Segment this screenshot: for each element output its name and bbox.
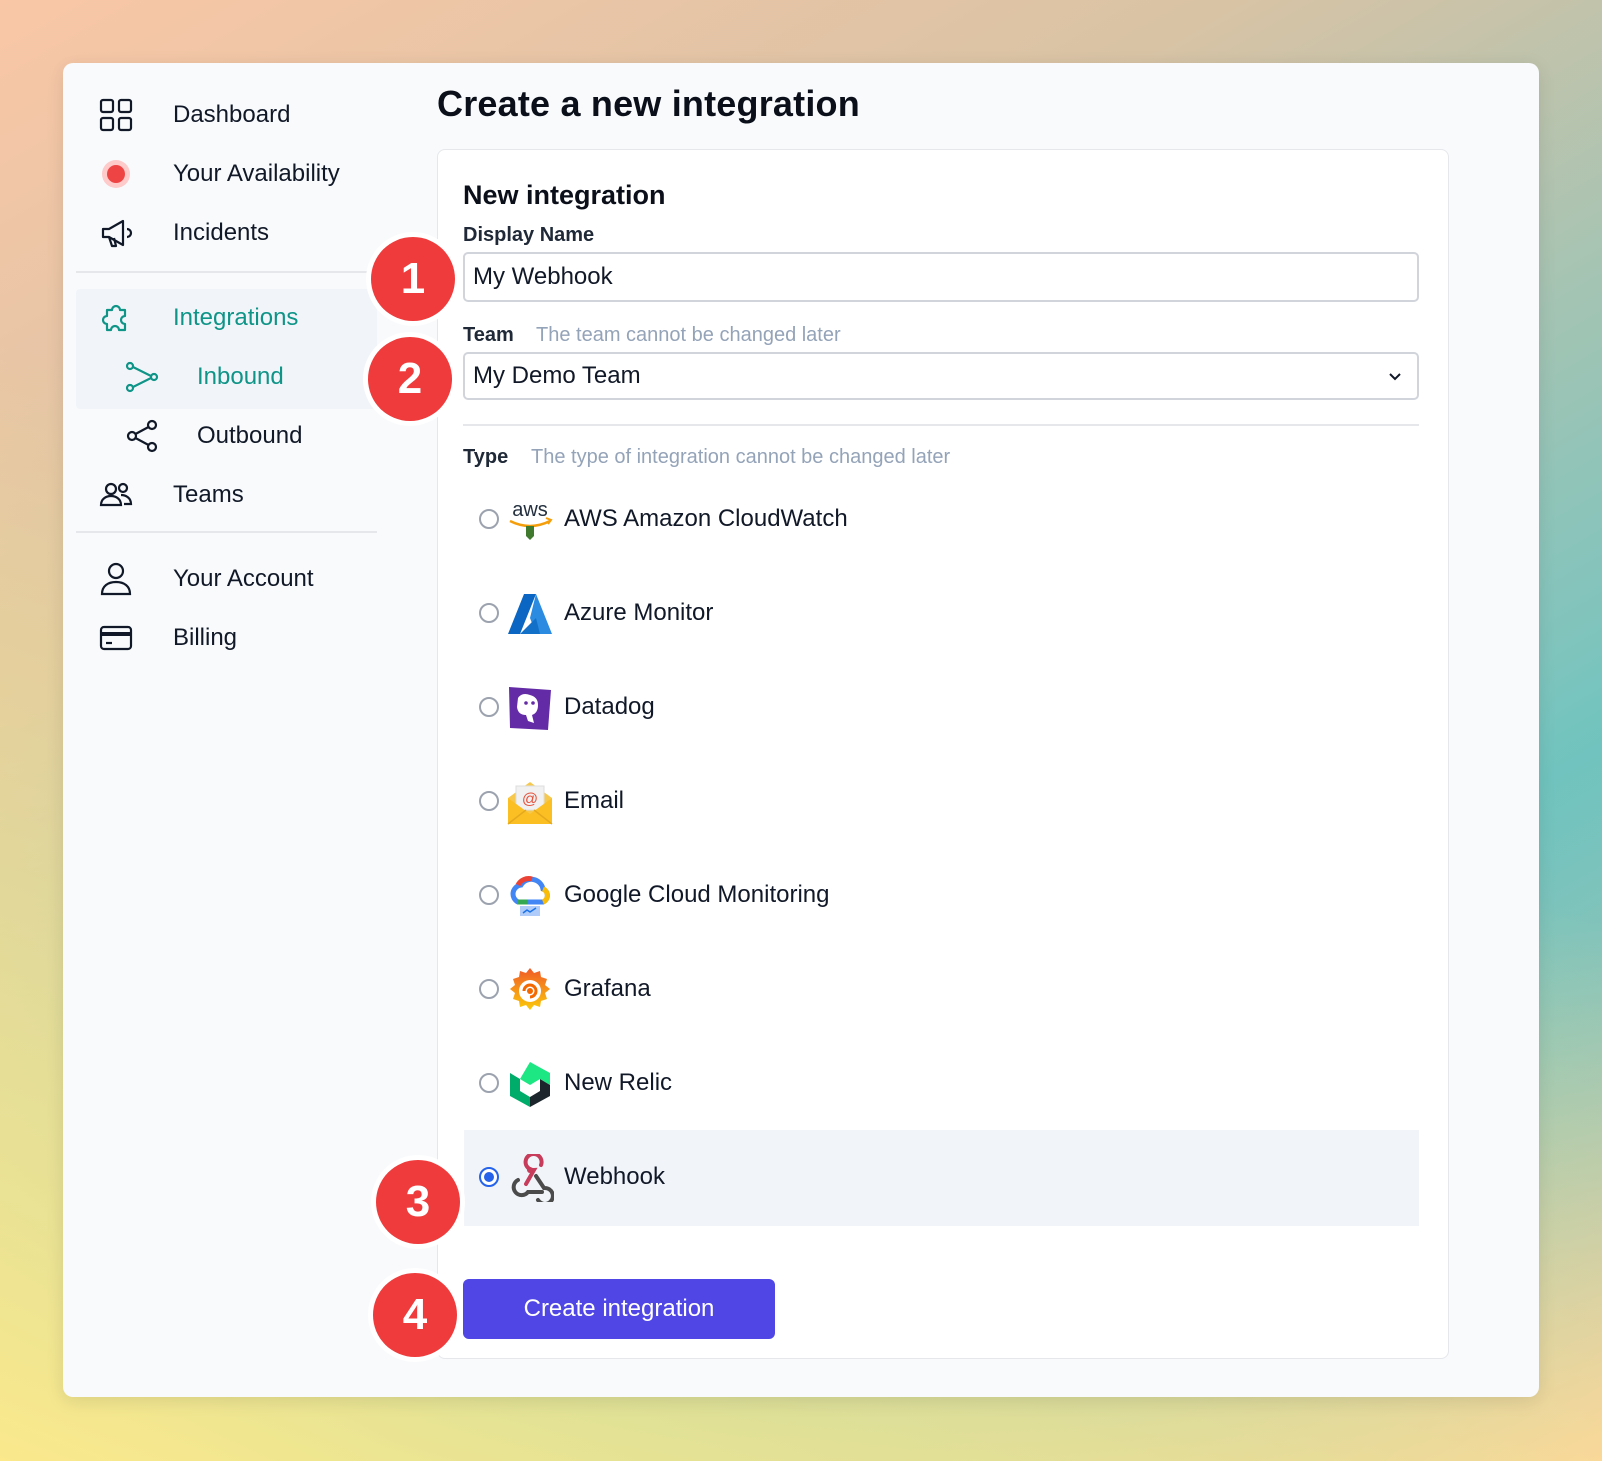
sidebar-item-inbound[interactable]: Inbound	[77, 347, 377, 405]
sidebar-item-label: Integrations	[173, 304, 299, 331]
grid-icon	[99, 98, 133, 132]
form-title: New integration	[463, 180, 666, 210]
annotation-badge-3: 3	[376, 1160, 460, 1244]
grafana-logo-icon	[510, 968, 550, 1010]
team-select-value: My Demo Team	[473, 362, 641, 389]
radio-button[interactable]	[479, 885, 499, 905]
type-label: Type	[463, 446, 509, 468]
app-window: Dashboard Your Availability Incidents In…	[63, 63, 1539, 1397]
type-hint: The type of integration cannot be change…	[531, 446, 951, 468]
sidebar-item-label: Your Availability	[173, 160, 340, 187]
inbound-icon	[125, 361, 159, 393]
type-option-name: Webhook	[564, 1163, 665, 1190]
email-logo-icon: @	[507, 782, 553, 825]
google-cloud-logo-icon	[510, 876, 550, 916]
type-option-name: New Relic	[564, 1069, 673, 1096]
sidebar-item-label: Your Account	[173, 565, 314, 592]
sidebar-item-teams[interactable]: Teams	[77, 465, 377, 523]
sidebar-item-outbound[interactable]: Outbound	[77, 406, 377, 464]
chevron-down-icon	[1389, 373, 1401, 381]
radio-button[interactable]	[479, 791, 499, 811]
type-option-name: Datadog	[564, 693, 655, 720]
integration-form-card: New integration Display Name My Webhook …	[437, 149, 1449, 1359]
type-option-name: AWS Amazon CloudWatch	[564, 505, 848, 532]
svg-text:@: @	[522, 791, 538, 808]
user-icon	[100, 562, 132, 596]
users-icon	[99, 482, 133, 507]
sidebar-item-integrations[interactable]: Integrations	[77, 288, 377, 346]
share-icon	[126, 419, 158, 453]
team-select[interactable]: My Demo Team	[463, 352, 1419, 400]
type-option-new-relic[interactable]: New Relic	[464, 1036, 1419, 1132]
sidebar-divider	[76, 531, 377, 533]
page-title: Create a new integration	[437, 83, 860, 124]
type-option-grafana[interactable]: Grafana	[464, 942, 1419, 1038]
sidebar-item-label: Billing	[173, 624, 238, 651]
sidebar-item-incidents[interactable]: Incidents	[77, 203, 377, 261]
type-option-webhook[interactable]: Webhook	[464, 1130, 1419, 1226]
type-option-aws[interactable]: aws AWS Amazon CloudWatch	[464, 472, 1419, 568]
sidebar-item-billing[interactable]: Billing	[77, 608, 377, 666]
create-integration-button[interactable]: Create integration	[463, 1279, 775, 1339]
newrelic-logo-icon	[510, 1062, 550, 1107]
datadog-logo-icon	[509, 687, 551, 730]
sidebar-item-label: Teams	[173, 481, 244, 508]
sidebar-item-label: Outbound	[197, 422, 303, 449]
sidebar-item-availability[interactable]: Your Availability	[77, 144, 377, 202]
card-icon	[99, 625, 133, 651]
type-option-name: Azure Monitor	[564, 599, 714, 626]
annotation-badge-4: 4	[373, 1273, 457, 1357]
azure-logo-icon	[508, 594, 552, 634]
status-dot-icon	[102, 160, 130, 188]
type-option-google-cloud[interactable]: Google Cloud Monitoring	[464, 848, 1419, 944]
sidebar-item-label: Dashboard	[173, 101, 291, 128]
radio-button[interactable]	[479, 979, 499, 999]
type-option-azure[interactable]: Azure Monitor	[464, 566, 1419, 662]
sidebar-divider	[76, 271, 377, 273]
display-name-input[interactable]: My Webhook	[463, 252, 1419, 302]
type-option-datadog[interactable]: Datadog	[464, 660, 1419, 756]
megaphone-icon	[101, 219, 133, 248]
type-option-email[interactable]: @ Email	[464, 754, 1419, 850]
radio-button[interactable]	[479, 509, 499, 529]
annotation-badge-2: 2	[368, 337, 452, 421]
sidebar-item-label: Inbound	[197, 363, 284, 390]
aws-logo-icon: aws	[509, 499, 553, 540]
radio-button[interactable]	[479, 1073, 499, 1093]
sidebar-item-label: Incidents	[173, 219, 270, 246]
webhook-logo-icon	[511, 1154, 554, 1202]
svg-text:aws: aws	[512, 499, 548, 521]
annotation-badge-1: 1	[371, 237, 455, 321]
sidebar-item-account[interactable]: Your Account	[77, 549, 377, 607]
team-hint: The team cannot be changed later	[536, 324, 841, 346]
sidebar-item-dashboard[interactable]: Dashboard	[77, 85, 377, 143]
type-option-name: Grafana	[564, 975, 651, 1002]
puzzle-icon	[101, 304, 127, 332]
radio-button[interactable]	[479, 697, 499, 717]
form-divider	[463, 424, 1419, 426]
display-name-label: Display Name	[463, 224, 595, 246]
type-option-name: Email	[564, 787, 625, 814]
radio-button-checked[interactable]	[479, 1167, 499, 1187]
type-option-name: Google Cloud Monitoring	[564, 881, 830, 908]
team-label: Team	[463, 324, 514, 346]
radio-button[interactable]	[479, 603, 499, 623]
